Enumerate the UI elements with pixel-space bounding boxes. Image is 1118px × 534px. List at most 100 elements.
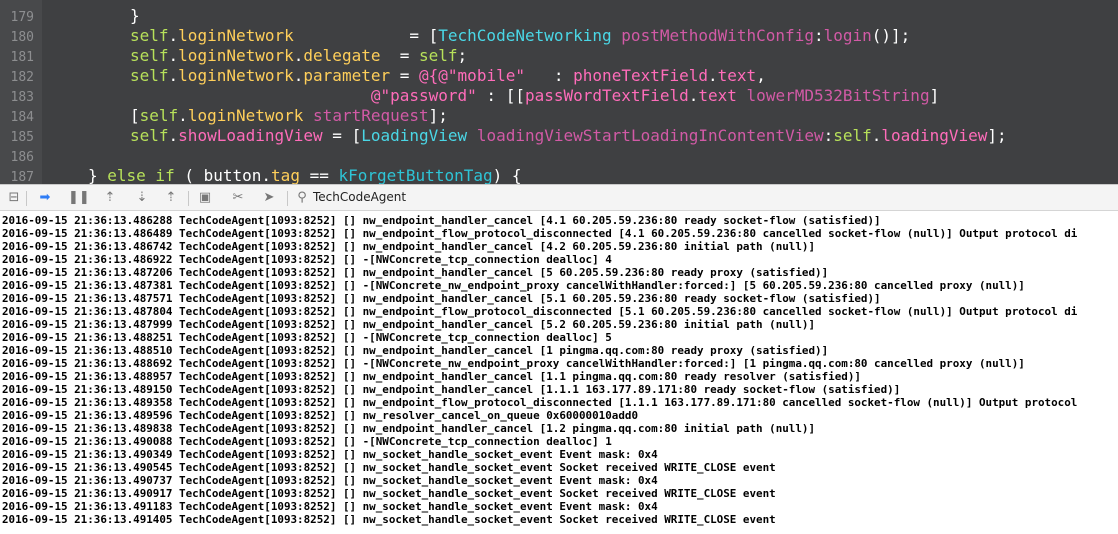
code-token: .	[688, 86, 699, 105]
step-out-icon[interactable]: ⇡	[162, 189, 180, 207]
log-line: 2016-09-15 21:36:13.486742 TechCodeAgent…	[2, 240, 816, 253]
line-number: 180	[10, 30, 34, 45]
code-token: self	[130, 126, 169, 145]
toolbar-separator	[26, 191, 27, 206]
view-hierarchy-icon[interactable]: ▣	[196, 189, 214, 207]
code-token: kForgetButtonTag	[338, 166, 493, 184]
code-token: self	[130, 46, 169, 65]
log-line: 2016-09-15 21:36:13.486288 TechCodeAgent…	[2, 214, 881, 227]
code-token: ) {	[492, 166, 522, 184]
code-token: ];	[987, 126, 1007, 145]
step-into-icon[interactable]: ⇣	[133, 189, 151, 207]
code-token: text	[698, 86, 737, 105]
log-line: 2016-09-15 21:36:13.488251 TechCodeAgent…	[2, 331, 612, 344]
line-number: 185	[10, 130, 34, 145]
code-token: ];	[428, 106, 448, 125]
code-token: loadingViewStartLoadingInContentView	[476, 126, 824, 145]
code-editor[interactable]: 179 180 181 182 183 184 185 186 187 } self.loginN…	[0, 0, 1118, 184]
pause-icon[interactable]: ❚❚	[68, 189, 90, 207]
code-token: ;	[457, 46, 468, 65]
toolbar-separator	[188, 191, 189, 206]
code-token: [	[130, 106, 140, 125]
debug-toolbar: ⊟ ➡ ❚❚ ⇡ ⇣ ⇡ ▣ ✂ ➤ ⚲ TechCodeAgent	[0, 184, 1118, 211]
code-line: self.loginNetwork = [TechCodeNetworking …	[130, 26, 910, 46]
hide-debug-area-icon[interactable]: ⊟	[5, 189, 23, 207]
code-token: postMethodWithConfig	[621, 26, 814, 45]
code-token: tag	[271, 166, 300, 184]
log-line: 2016-09-15 21:36:13.488957 TechCodeAgent…	[2, 370, 861, 383]
log-line: 2016-09-15 21:36:13.487999 TechCodeAgent…	[2, 318, 816, 331]
code-line: [self.loginNetwork startRequest];	[130, 106, 448, 126]
code-token: ]	[929, 86, 940, 105]
log-line: 2016-09-15 21:36:13.488510 TechCodeAgent…	[2, 344, 829, 357]
log-line: 2016-09-15 21:36:13.487381 TechCodeAgent…	[2, 279, 1025, 292]
code-token: self	[139, 106, 179, 125]
log-line: 2016-09-15 21:36:13.487804 TechCodeAgent…	[2, 305, 1078, 318]
log-line: 2016-09-15 21:36:13.487206 TechCodeAgent…	[2, 266, 829, 279]
code-token: self	[833, 126, 872, 145]
code-token: }	[88, 166, 108, 184]
simulate-location-icon[interactable]: ➤	[260, 189, 278, 207]
code-token: .	[293, 66, 304, 85]
code-token: .	[168, 66, 179, 85]
log-line: 2016-09-15 21:36:13.486489 TechCodeAgent…	[2, 227, 1078, 240]
log-line: 2016-09-15 21:36:13.489838 TechCodeAgent…	[2, 422, 816, 435]
code-token: LoadingView	[361, 126, 468, 145]
code-token: loginNetwork	[187, 106, 304, 125]
line-number: 187	[10, 170, 34, 184]
line-number: 183	[10, 90, 34, 105]
code-token: .	[168, 46, 179, 65]
code-token: startRequest	[313, 106, 429, 125]
console-output[interactable]: 2016-09-15 21:36:13.486288 TechCodeAgent…	[0, 211, 1118, 534]
code-token: =	[390, 66, 420, 85]
code-token: button	[203, 166, 262, 184]
log-line: 2016-09-15 21:36:13.490088 TechCodeAgent…	[2, 435, 612, 448]
code-token: .	[708, 66, 718, 85]
code-token: self	[130, 26, 169, 45]
log-line: 2016-09-15 21:36:13.489150 TechCodeAgent…	[2, 383, 901, 396]
code-token: }	[130, 6, 140, 25]
code-token: @{@"mobile"	[419, 66, 525, 85]
code-token: TechCodeNetworking	[438, 26, 612, 45]
code-token: = [	[322, 126, 362, 145]
step-over-icon[interactable]: ⇡	[101, 189, 119, 207]
breakpoints-icon[interactable]: ➡	[36, 189, 54, 207]
code-token: = [	[293, 26, 439, 45]
code-token: delegate	[303, 46, 381, 65]
log-line: 2016-09-15 21:36:13.490737 TechCodeAgent…	[2, 474, 658, 487]
code-token: :	[823, 126, 834, 145]
log-line: 2016-09-15 21:36:13.486922 TechCodeAgent…	[2, 253, 612, 266]
code-token: .	[871, 126, 882, 145]
code-token: .	[261, 166, 272, 184]
code-token: .	[293, 46, 304, 65]
log-line: 2016-09-15 21:36:13.491405 TechCodeAgent…	[2, 513, 776, 526]
code-token: else if	[107, 166, 175, 184]
code-token: :	[813, 26, 824, 45]
thread-selector-label[interactable]: TechCodeAgent	[313, 190, 406, 204]
code-token: lowerMD532BitString	[746, 86, 930, 105]
code-token: =	[380, 46, 419, 65]
code-token: .	[168, 126, 179, 145]
code-token: self	[419, 46, 458, 65]
thread-icon[interactable]: ⚲	[293, 189, 311, 207]
toolbar-separator	[287, 191, 288, 206]
line-number: 182	[10, 70, 34, 85]
code-token: text	[717, 66, 757, 85]
code-token: : [[	[476, 86, 525, 105]
log-line: 2016-09-15 21:36:13.489358 TechCodeAgent…	[2, 396, 1078, 409]
code-line: @"password" : [[passWordTextField.text l…	[130, 86, 939, 106]
code-token: loadingView	[881, 126, 988, 145]
log-line: 2016-09-15 21:36:13.491183 TechCodeAgent…	[2, 500, 658, 513]
code-line: self.showLoadingView = [LoadingView load…	[130, 126, 1007, 146]
line-number: 186	[10, 150, 34, 165]
code-token: (	[174, 166, 204, 184]
memory-graph-icon[interactable]: ✂	[229, 189, 247, 207]
code-token: ,	[756, 66, 766, 85]
code-token: phoneTextField	[573, 66, 709, 85]
code-line: self.loginNetwork.parameter = @{@"mobile…	[130, 66, 766, 86]
log-line: 2016-09-15 21:36:13.487571 TechCodeAgent…	[2, 292, 881, 305]
code-token: @"password"	[370, 86, 477, 105]
